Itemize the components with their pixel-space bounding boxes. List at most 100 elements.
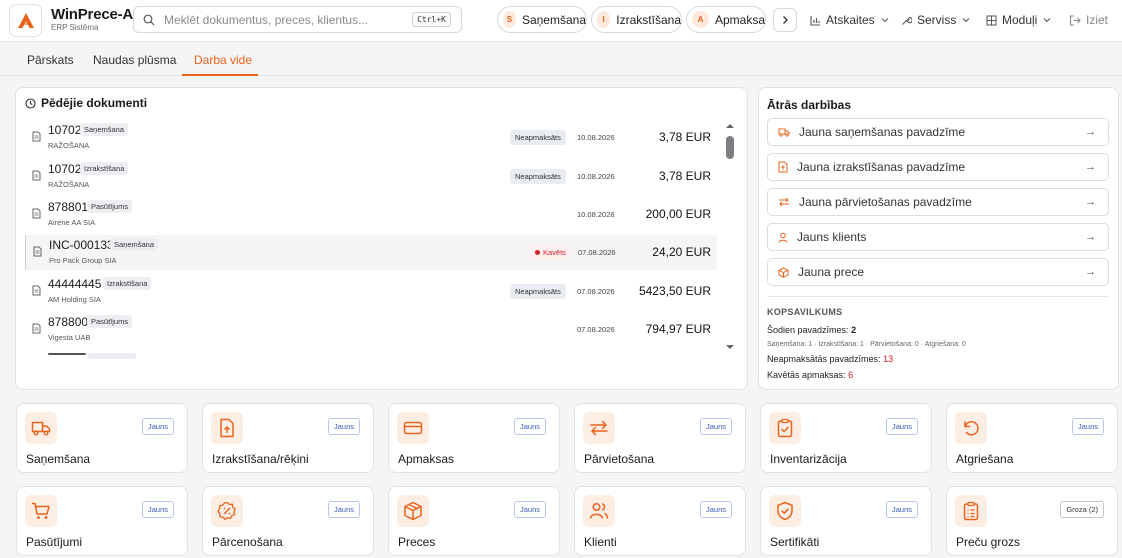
- document-type-badge: Pasūtījums: [87, 200, 133, 213]
- document-party: RAŽOŠANA: [48, 180, 90, 189]
- search-input[interactable]: [164, 11, 404, 29]
- tab-parskats[interactable]: Pārskats: [27, 53, 74, 67]
- menu-service[interactable]: Serviss: [901, 13, 970, 27]
- tile-label: Preces: [398, 535, 436, 549]
- pill-label: Saņemšana: [521, 12, 586, 27]
- module-tile-parcenosana[interactable]: Jauns Pārcenošana: [202, 486, 374, 556]
- logout-icon: [1069, 14, 1081, 26]
- new-badge-button[interactable]: Jauns: [1071, 418, 1104, 435]
- document-date: 07.08.2026: [577, 325, 615, 334]
- new-badge-button[interactable]: Jauns: [141, 501, 174, 518]
- document-date: 10.08.2026: [577, 133, 615, 142]
- tile-icon-box: [769, 412, 801, 444]
- document-date: 10.08.2026: [577, 172, 615, 181]
- tile-label: Saņemšana: [26, 452, 91, 466]
- document-number: INC-000133: [49, 238, 114, 252]
- tile-label: Inventarizācija: [770, 452, 847, 466]
- new-badge-button[interactable]: Jauns: [327, 501, 360, 518]
- menu-modules[interactable]: Moduļi: [986, 13, 1051, 27]
- new-badge-button[interactable]: Jauns: [327, 418, 360, 435]
- document-type-badge: Saņemšana: [110, 238, 159, 251]
- new-badge-button[interactable]: Jauns: [513, 501, 546, 518]
- exit-button[interactable]: Iziet: [1069, 13, 1108, 27]
- scroll-down-icon[interactable]: [724, 343, 736, 351]
- document-row[interactable]: INC-000133 Saņemšana Pro Pack Group SIA …: [25, 235, 717, 270]
- tab-naudas-plusma[interactable]: Naudas plūsma: [93, 53, 176, 67]
- new-badge-button[interactable]: Jauns: [885, 418, 918, 435]
- quick-pill-izrakstisana[interactable]: I Izrakstīšana: [591, 6, 682, 33]
- chevron-down-icon: [881, 18, 889, 23]
- document-row[interactable]: 878801 Pasūtījums Airene AA SIA 10.08.20…: [25, 197, 717, 232]
- search-shortcut: Ctrl+K: [412, 12, 451, 27]
- module-tile-sanemsana[interactable]: Jauns Saņemšana: [16, 403, 188, 473]
- summary-unpaid-value: 13: [883, 354, 894, 364]
- quick-actions-title: Ātrās darbības: [767, 98, 852, 112]
- recent-documents-title: Pēdējie dokumenti: [41, 96, 148, 110]
- arrow-right-icon: →: [1085, 161, 1096, 173]
- tile-label: Atgriešana: [956, 452, 1014, 466]
- clipboard-check-icon: [777, 418, 793, 438]
- module-tile-apmaksas[interactable]: Jauns Apmaksas: [388, 403, 560, 473]
- document-amount: 3,78 EUR: [658, 169, 711, 183]
- module-tile-parvietosana[interactable]: Jauns Pārvietošana: [574, 403, 746, 473]
- pill-label: Apmaksa: [714, 12, 765, 27]
- tile-icon-box: [397, 495, 429, 527]
- tile-icon-box: [583, 412, 615, 444]
- scroll-up-icon[interactable]: [724, 122, 736, 130]
- box-icon: [404, 501, 422, 521]
- invoice-icon: [778, 161, 788, 173]
- menu-modules-label: Moduļi: [1002, 13, 1038, 27]
- document-row[interactable]: 10702 Saņemšana RAŽOŠANA Neapmaksāts 10.…: [25, 120, 717, 155]
- user-icon: [778, 232, 788, 243]
- new-transfer-invoice-button[interactable]: Jauna pārvietošanas pavadzīme →: [767, 188, 1109, 216]
- quick-pill-sanemsana[interactable]: S Saņemšana: [497, 6, 587, 33]
- new-receiving-invoice-button[interactable]: Jauna saņemšanas pavadzīme →: [767, 118, 1109, 146]
- module-tile-pasutijumi[interactable]: Jauns Pasūtījumi: [16, 486, 188, 556]
- document-type-badge: Izrakstīšana: [80, 162, 129, 175]
- new-badge-button[interactable]: Jauns: [513, 418, 546, 435]
- module-tile-klienti[interactable]: Jauns Klienti: [574, 486, 746, 556]
- summary-unpaid-label: Neapmaksātās pavadzīmes:: [767, 354, 881, 364]
- new-product-button[interactable]: Jauna prece →: [767, 258, 1109, 286]
- document-number: 878800: [48, 315, 89, 329]
- quick-pill-apmaksa[interactable]: A Apmaksa: [686, 6, 766, 33]
- document-row[interactable]: 10702 Izrakstīšana RAŽOŠANA Neapmaksāts …: [25, 159, 717, 194]
- arrow-right-icon: →: [1085, 196, 1096, 208]
- new-badge-button[interactable]: Jauns: [141, 418, 174, 435]
- module-tile-atgriesana[interactable]: Jauns Atgriešana: [946, 403, 1118, 473]
- new-badge-button[interactable]: Jauns: [699, 418, 732, 435]
- document-row[interactable]: 44444445 Izrakstīšana AM Holding SIA Nea…: [25, 274, 717, 309]
- app-logo[interactable]: [9, 4, 42, 37]
- tab-darba-vide[interactable]: Darba vide: [194, 53, 252, 67]
- new-client-button[interactable]: Jauns klients →: [767, 223, 1109, 251]
- truck-icon: [31, 421, 51, 436]
- module-tile-inventarizacija[interactable]: Jauns Inventarizācija: [760, 403, 932, 473]
- pills-scroll-right-button[interactable]: [773, 8, 797, 32]
- scrollbar-thumb[interactable]: [726, 136, 734, 159]
- menu-reports[interactable]: Atskaites: [810, 13, 889, 27]
- tile-label: Pasūtījumi: [26, 535, 83, 549]
- clipped-text-fragment: [48, 353, 86, 355]
- document-icon: [32, 170, 41, 181]
- document-icon: [32, 285, 41, 296]
- module-tile-precu-grozs[interactable]: Groza (2) Preču grozs: [946, 486, 1118, 556]
- users-icon: [589, 502, 609, 519]
- search-box[interactable]: Ctrl+K: [133, 6, 462, 33]
- document-row[interactable]: 878800 Pasūtījums Vigesta UAB 07.08.2026…: [25, 312, 717, 347]
- module-tile-preces[interactable]: Jauns Preces: [388, 486, 560, 556]
- cart-count-badge[interactable]: Groza (2): [1060, 501, 1104, 518]
- tile-label: Izrakstīšana/rēķini: [212, 452, 309, 466]
- status-badge: Neapmaksāts: [510, 284, 566, 299]
- tile-label: Pārcenošana: [212, 535, 283, 549]
- new-badge-button[interactable]: Jauns: [699, 501, 732, 518]
- pill-letter: A: [692, 11, 709, 28]
- box-icon: [778, 266, 789, 278]
- new-issuing-invoice-button[interactable]: Jauna izrakstīšanas pavadzīme →: [767, 153, 1109, 181]
- module-tile-sertifikati[interactable]: Jauns Sertifikāti: [760, 486, 932, 556]
- app-title: WinPrece-A: [51, 6, 134, 23]
- document-amount: 5423,50 EUR: [638, 284, 711, 298]
- undo-icon: [964, 421, 979, 436]
- module-tile-izrakstisana[interactable]: Jauns Izrakstīšana/rēķini: [202, 403, 374, 473]
- tile-label: Sertifikāti: [770, 535, 820, 549]
- new-badge-button[interactable]: Jauns: [885, 501, 918, 518]
